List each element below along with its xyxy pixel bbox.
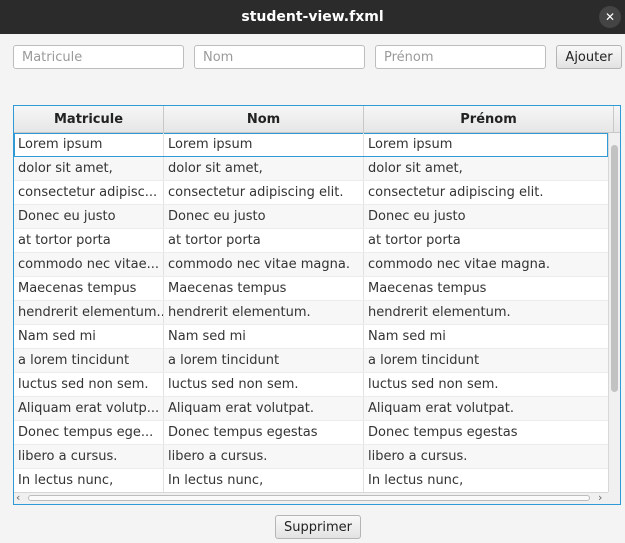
horizontal-scrollbar[interactable]: ‹ › bbox=[14, 491, 608, 504]
cell-nom: Donec eu justo bbox=[164, 205, 364, 228]
table-header: Matricule Nom Prénom bbox=[14, 106, 620, 133]
table-row[interactable]: Maecenas tempus Maecenas tempus Maecenas t… bbox=[14, 277, 608, 301]
table-row[interactable]: Nam sed mi Nam sed mi Nam sed mi bbox=[14, 325, 608, 349]
table-row[interactable]: Donec tempus ege... Donec tempus egestas D… bbox=[14, 421, 608, 445]
table-row[interactable]: Lorem ipsum Lorem ipsum Lorem ipsum bbox=[14, 133, 608, 157]
cell-matricule: hendrerit elementum... bbox=[14, 301, 164, 324]
scroll-right-icon[interactable]: › bbox=[598, 491, 602, 504]
cell-nom: luctus sed non sem. bbox=[164, 373, 364, 396]
table-row[interactable]: consectetur adipisc... consectetur adipis… bbox=[14, 181, 608, 205]
table-row[interactable]: In lectus nunc, In lectus nunc, In lectus … bbox=[14, 469, 608, 492]
main-content: Ajouter Matricule Nom Prénom Lorem ipsum… bbox=[0, 34, 625, 543]
cell-matricule: a lorem tincidunt bbox=[14, 349, 164, 372]
cell-prenom: hendrerit elementum. bbox=[368, 305, 511, 320]
table-row[interactable]: commodo nec vitae... commodo nec vitae ma… bbox=[14, 253, 608, 277]
cell-prenom: luctus sed non sem. bbox=[368, 377, 499, 392]
cell-prenom: at tortor porta bbox=[368, 233, 461, 248]
table-row[interactable]: at tortor porta at tortor porta at tortor … bbox=[14, 229, 608, 253]
cell-nom: Donec tempus egestas bbox=[164, 421, 364, 444]
cell-nom: libero a cursus. bbox=[164, 445, 364, 468]
header-filler bbox=[614, 106, 620, 132]
table-row[interactable]: a lorem tincidunt a lorem tincidunt a lore… bbox=[14, 349, 608, 373]
cell-prenom: dolor sit amet, bbox=[368, 161, 463, 176]
cell-nom: hendrerit elementum. bbox=[164, 301, 364, 324]
cell-prenom: libero a cursus. bbox=[368, 449, 468, 464]
cell-prenom: Donec eu justo bbox=[368, 209, 466, 224]
prenom-field[interactable] bbox=[375, 45, 546, 69]
table-row[interactable]: Donec eu justo Donec eu justo Donec eu jus… bbox=[14, 205, 608, 229]
cell-matricule: dolor sit amet, bbox=[14, 157, 164, 180]
cell-prenom: a lorem tincidunt bbox=[368, 353, 480, 368]
cell-prenom: Maecenas tempus bbox=[368, 281, 487, 296]
cell-prenom: consectetur adipiscing elit. bbox=[368, 185, 544, 200]
cell-prenom: Nam sed mi bbox=[368, 329, 446, 344]
column-header-nom[interactable]: Nom bbox=[164, 106, 364, 132]
horizontal-scroll-thumb[interactable] bbox=[28, 495, 590, 501]
cell-matricule: Nam sed mi bbox=[14, 325, 164, 348]
cell-nom: consectetur adipiscing elit. bbox=[164, 181, 364, 204]
cell-nom: dolor sit amet, bbox=[164, 157, 364, 180]
cell-prenom: Aliquam erat volutpat. bbox=[368, 401, 514, 416]
student-table[interactable]: Matricule Nom Prénom Lorem ipsum Lorem ip… bbox=[13, 105, 621, 505]
table-row[interactable]: Aliquam erat volutp... Aliquam erat volut… bbox=[14, 397, 608, 421]
cell-nom: at tortor porta bbox=[164, 229, 364, 252]
vertical-scrollbar[interactable] bbox=[608, 133, 620, 492]
add-button[interactable]: Ajouter bbox=[556, 45, 622, 69]
title-bar: student-view.fxml ✕ bbox=[0, 0, 625, 34]
cell-nom: commodo nec vitae magna. bbox=[164, 253, 364, 276]
close-icon[interactable]: ✕ bbox=[599, 6, 621, 28]
table-row[interactable]: luctus sed non sem. luctus sed non sem. lu… bbox=[14, 373, 608, 397]
table-body: Lorem ipsum Lorem ipsum Lorem ipsum dolor s… bbox=[14, 133, 608, 492]
cell-matricule: Donec tempus ege... bbox=[14, 421, 164, 444]
scroll-left-icon[interactable]: ‹ bbox=[16, 491, 20, 504]
cell-matricule: Donec eu justo bbox=[14, 205, 164, 228]
cell-prenom: commodo nec vitae magna. bbox=[368, 257, 550, 272]
cell-nom: a lorem tincidunt bbox=[164, 349, 364, 372]
nom-field[interactable] bbox=[194, 45, 365, 69]
cell-matricule: Lorem ipsum bbox=[14, 133, 164, 156]
table-row[interactable]: libero a cursus. libero a cursus. libero a… bbox=[14, 445, 608, 469]
cell-nom: Lorem ipsum bbox=[164, 133, 364, 156]
table-row[interactable]: dolor sit amet, dolor sit amet, dolor sit … bbox=[14, 157, 608, 181]
cell-prenom: In lectus nunc, bbox=[368, 473, 464, 488]
cell-matricule: at tortor porta bbox=[14, 229, 164, 252]
cell-nom: Aliquam erat volutpat. bbox=[164, 397, 364, 420]
table-row[interactable]: hendrerit elementum... hendrerit elementu… bbox=[14, 301, 608, 325]
cell-nom: Nam sed mi bbox=[164, 325, 364, 348]
cell-nom: In lectus nunc, bbox=[164, 469, 364, 492]
cell-matricule: commodo nec vitae... bbox=[14, 253, 164, 276]
cell-matricule: In lectus nunc, bbox=[14, 469, 164, 492]
vertical-scroll-thumb[interactable] bbox=[611, 145, 618, 392]
column-header-prenom[interactable]: Prénom bbox=[364, 106, 614, 132]
column-header-matricule[interactable]: Matricule bbox=[14, 106, 164, 132]
cell-matricule: Aliquam erat volutp... bbox=[14, 397, 164, 420]
matricule-field[interactable] bbox=[13, 45, 184, 69]
scroll-corner bbox=[608, 492, 620, 504]
delete-button[interactable]: Supprimer bbox=[275, 515, 361, 539]
cell-prenom: Lorem ipsum bbox=[368, 137, 453, 152]
cell-matricule: luctus sed non sem. bbox=[14, 373, 164, 396]
window-title: student-view.fxml bbox=[241, 9, 384, 25]
cell-nom: Maecenas tempus bbox=[164, 277, 364, 300]
cell-prenom: Donec tempus egestas bbox=[368, 425, 518, 440]
cell-matricule: Maecenas tempus bbox=[14, 277, 164, 300]
cell-matricule: libero a cursus. bbox=[14, 445, 164, 468]
cell-matricule: consectetur adipisc... bbox=[14, 181, 164, 204]
